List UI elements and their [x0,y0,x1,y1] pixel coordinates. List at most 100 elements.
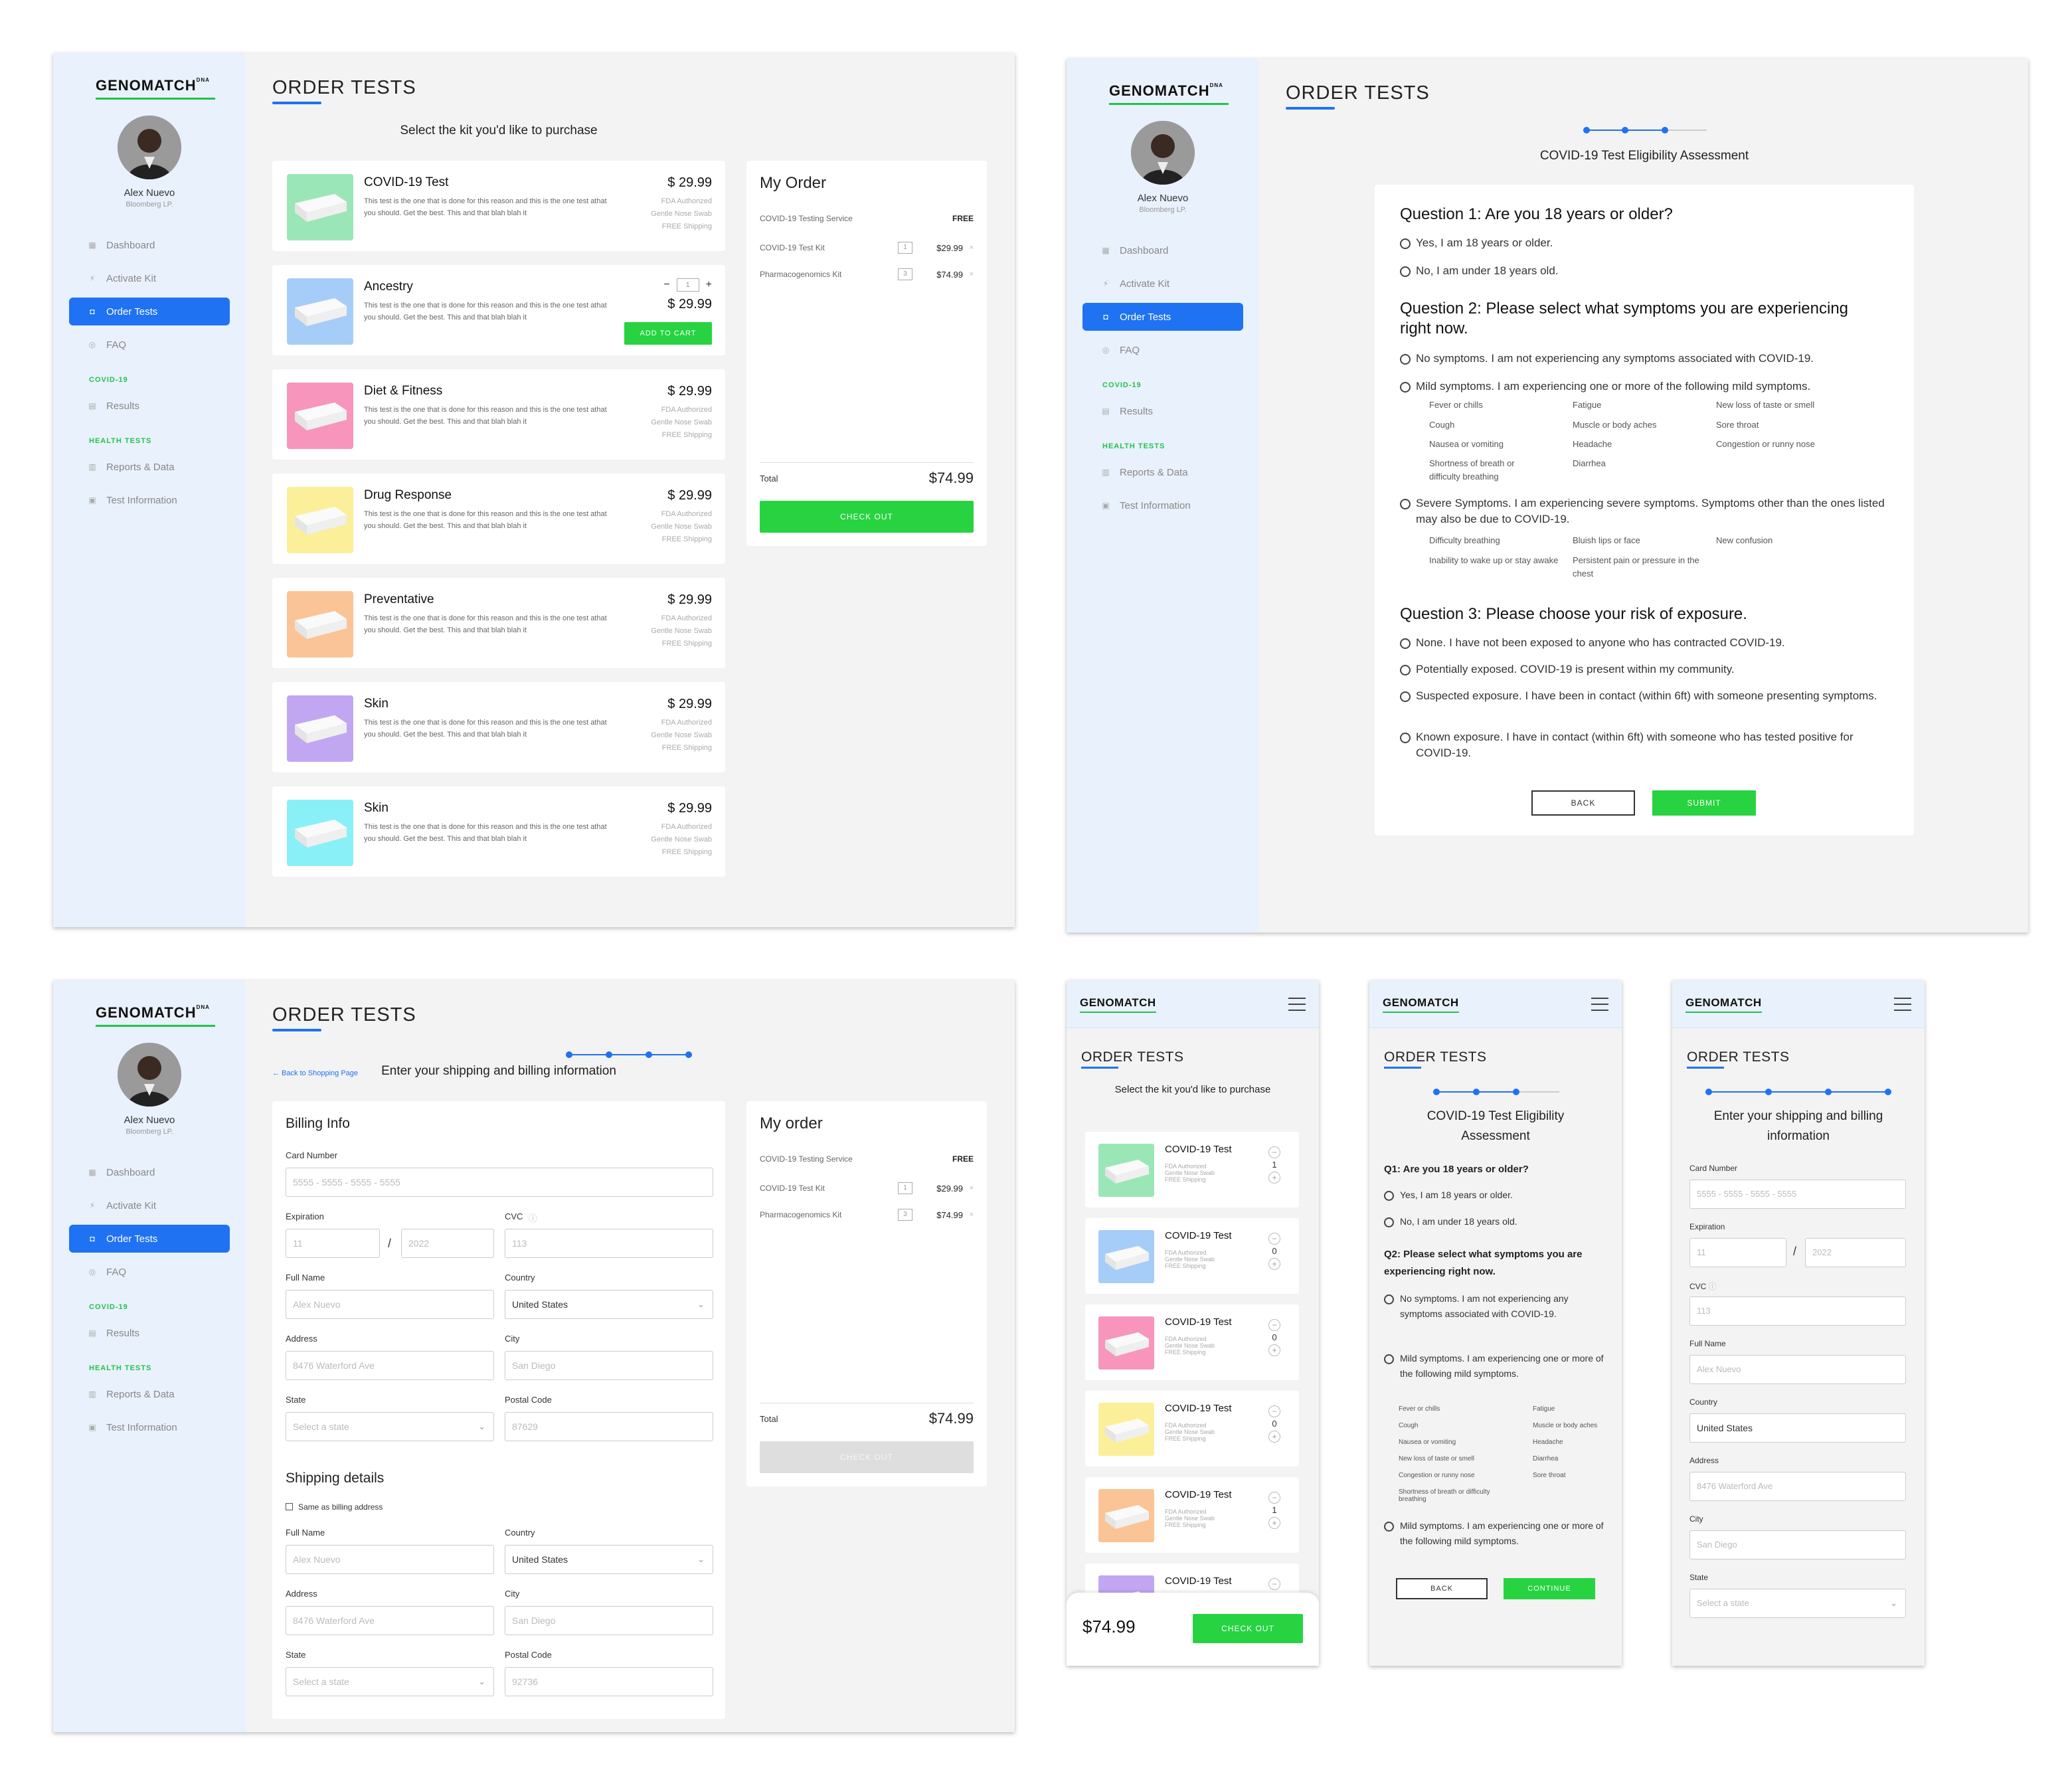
state-select[interactable]: Select a state ⌄ [1689,1589,1906,1618]
exp-month-input[interactable]: 11 [286,1229,380,1258]
qty-box[interactable]: 1 [898,242,912,254]
mobile-product-card[interactable]: COVID-19 Test FDA AuthorizedGentle Nose S… [1085,1391,1299,1466]
quantity-stepper[interactable]: −1 + [1268,1146,1280,1184]
ship-country-select[interactable]: United States ⌄ [505,1545,713,1574]
product-card[interactable]: Preventative This test is the one that is… [272,578,725,668]
quantity-stepper[interactable]: −1 + [1268,1492,1280,1529]
add-to-cart-button[interactable]: ADD TO CART [624,322,712,345]
country-select[interactable]: United States [1689,1413,1906,1443]
minus-button[interactable]: − [1268,1319,1280,1331]
continue-button[interactable]: CONTINUE [1504,1578,1595,1599]
minus-button[interactable]: − [1268,1492,1280,1504]
minus-button[interactable]: − [1268,1405,1280,1417]
ship-full-name-input[interactable]: Alex Nuevo [286,1545,494,1574]
quantity-stepper[interactable]: −0 + [1268,1319,1280,1356]
radio-q1-yes[interactable]: Yes, I am 18 years or older. [1400,235,1878,251]
card-number-input[interactable]: 5555 - 5555 - 5555 - 5555 [286,1168,713,1197]
sidebar-item-activate-kit[interactable]: ⚡ Activate Kit [1082,270,1243,298]
minus-button[interactable]: − [1268,1146,1280,1158]
mobile-product-card[interactable]: COVID-19 Test FDA AuthorizedGentle Nose S… [1085,1132,1299,1207]
address-input[interactable]: 8476 Waterford Ave [1689,1472,1906,1501]
same-as-billing-checkbox[interactable]: Same as billing address [286,1502,383,1512]
minus-button[interactable]: − [1268,1233,1280,1245]
radio-q2-mild-2[interactable]: Mild symptoms. I am experiencing one or … [1384,1518,1607,1549]
product-card[interactable]: Diet & Fitness This test is the one that … [272,369,725,460]
ship-address-input[interactable]: 8476 Waterford Ave [286,1606,494,1635]
checkout-button[interactable]: CHECK OUT [1193,1614,1303,1643]
mobile-product-card[interactable]: COVID-19 Test FDA AuthorizedGentle Nose S… [1085,1218,1299,1294]
exp-month-input[interactable]: 11 [1689,1238,1786,1267]
plus-button[interactable]: + [706,279,712,291]
qty-box[interactable]: 3 [898,1209,912,1221]
product-card[interactable]: Ancestry This test is the one that is don… [272,265,725,355]
exp-year-input[interactable]: 2022 [401,1229,494,1258]
sidebar-item-dashboard[interactable]: ▦ Dashboard [69,231,230,259]
product-card[interactable]: Drug Response This test is the one that i… [272,474,725,564]
logo[interactable]: GENOMATCH [1080,996,1156,1013]
quantity-stepper[interactable]: −1 + [663,278,712,292]
sidebar-item-faq[interactable]: ◎ FAQ [69,1258,230,1286]
full-name-input[interactable]: Alex Nuevo [1689,1355,1906,1384]
sidebar-item-results[interactable]: ▤ Results [69,1319,230,1347]
plus-button[interactable]: + [1268,1344,1280,1356]
sidebar-item-order-tests[interactable]: ◘ Order Tests [69,1225,230,1253]
qty-box[interactable]: 3 [898,268,912,280]
radio-q2-none[interactable]: No symptoms. I am not experiencing any s… [1400,351,1891,367]
logo[interactable]: GENOMATCHDNA [1109,82,1229,105]
radio-q3-potential[interactable]: Potentially exposed. COVID-19 is present… [1400,662,1891,677]
qty-box[interactable]: 1 [898,1182,912,1194]
radio-q1-yes[interactable]: Yes, I am 18 years or older. [1384,1188,1607,1203]
quantity-stepper[interactable]: −0 + [1268,1233,1280,1270]
plus-button[interactable]: + [1268,1431,1280,1443]
cvc-input[interactable]: 113 [1689,1296,1906,1326]
sidebar-item-reports[interactable]: ▥ Reports & Data [69,1380,230,1408]
info-icon[interactable]: ⓘ [529,1211,537,1224]
card-number-input[interactable]: 5555 - 5555 - 5555 - 5555 [1689,1180,1906,1209]
back-button[interactable]: BACK [1531,790,1635,816]
avatar[interactable] [118,116,181,179]
radio-q1-no[interactable]: No, I am under 18 years old. [1400,263,1878,279]
logo[interactable]: GENOMATCH [1383,996,1459,1013]
ship-postal-code-input[interactable]: 92736 [505,1667,713,1696]
exp-year-input[interactable]: 2022 [1805,1238,1906,1267]
cvc-input[interactable]: 113 [505,1229,713,1258]
radio-q2-mild[interactable]: Mild symptoms. I am experiencing one or … [1400,379,1891,395]
sidebar-item-reports[interactable]: ▥ Reports & Data [1082,458,1243,486]
menu-icon[interactable] [1894,998,1911,1011]
remove-icon[interactable]: × [963,270,974,278]
menu-icon[interactable] [1288,998,1306,1011]
sidebar-item-test-info[interactable]: ▣ Test Information [1082,491,1243,519]
avatar[interactable] [1131,121,1195,185]
minus-button[interactable]: − [663,279,669,291]
avatar[interactable] [118,1043,181,1107]
sidebar-item-activate-kit[interactable]: ⚡ Activate Kit [69,264,230,292]
mobile-product-card[interactable]: COVID-19 Test FDA AuthorizedGentle Nose S… [1085,1477,1299,1553]
product-card[interactable]: Skin This test is the one that is done fo… [272,786,725,877]
plus-button[interactable]: + [1268,1258,1280,1270]
radio-q3-none[interactable]: None. I have not been exposed to anyone … [1400,635,1891,651]
address-input[interactable]: 8476 Waterford Ave [286,1351,494,1380]
radio-q3-known[interactable]: Known exposure. I have in contact (withi… [1400,729,1891,761]
logo[interactable]: GENOMATCHDNA [96,77,215,100]
menu-icon[interactable] [1591,998,1608,1011]
product-card[interactable]: COVID-19 Test This test is the one that i… [272,161,725,251]
checkout-button[interactable]: CHECK OUT [760,1441,974,1473]
logo[interactable]: GENOMATCHDNA [96,1004,215,1027]
sidebar-item-results[interactable]: ▤ Results [1082,397,1243,425]
city-input[interactable]: San Diego [1689,1530,1906,1559]
sidebar-item-results[interactable]: ▤ Results [69,392,230,420]
plus-button[interactable]: + [1268,1172,1280,1184]
mobile-product-card[interactable]: COVID-19 Test FDA AuthorizedGentle Nose S… [1085,1304,1299,1380]
sidebar-item-order-tests[interactable]: ◘ Order Tests [69,298,230,325]
state-select[interactable]: Select a state ⌄ [286,1412,494,1441]
sidebar-item-dashboard[interactable]: ▦ Dashboard [69,1158,230,1186]
sidebar-item-test-info[interactable]: ▣ Test Information [69,486,230,514]
qty-input[interactable]: 1 [676,278,699,292]
radio-q1-no[interactable]: No, I am under 18 years old. [1384,1214,1607,1229]
radio-q3-suspected[interactable]: Suspected exposure. I have been in conta… [1400,688,1891,704]
postal-code-input[interactable]: 87629 [505,1412,713,1441]
quantity-stepper[interactable]: − [1268,1578,1280,1590]
quantity-stepper[interactable]: −0 + [1268,1405,1280,1443]
remove-icon[interactable]: × [963,1211,974,1219]
country-select[interactable]: United States ⌄ [505,1290,713,1319]
